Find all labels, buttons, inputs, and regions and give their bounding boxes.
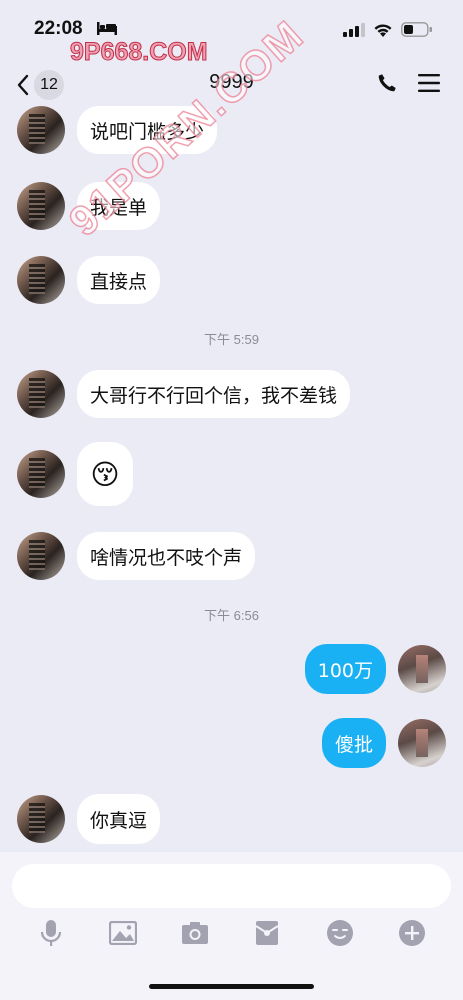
message-timestamp: 下午 5:59 (204, 332, 259, 347)
contact-avatar[interactable] (17, 256, 65, 304)
sleep-focus-icon (97, 22, 117, 35)
contact-avatar[interactable] (17, 370, 65, 418)
message-row: 大哥行不行回个信，我不差钱 (17, 370, 351, 418)
message-bubble[interactable]: 你真逗 (77, 794, 161, 844)
message-bubble[interactable]: 啥情况也不吱个声 (77, 532, 256, 580)
wifi-icon (374, 24, 392, 37)
message-bubble[interactable]: 大哥行不行回个信，我不差钱 (77, 370, 351, 418)
message-row-self: 100万 (304, 644, 446, 694)
red-packet-icon (255, 921, 279, 945)
message-row: 😚 (17, 442, 133, 506)
status-icons (343, 22, 433, 37)
contact-avatar[interactable] (17, 532, 65, 580)
camera-button[interactable] (180, 918, 210, 948)
message-row: 你真逗 (17, 794, 161, 844)
more-button[interactable] (397, 918, 427, 948)
self-avatar[interactable] (398, 719, 446, 767)
contact-avatar[interactable] (17, 450, 65, 498)
message-row: 啥情况也不吱个声 (17, 532, 256, 580)
camera-icon (182, 922, 208, 944)
self-avatar[interactable] (398, 645, 446, 693)
input-toolbar (0, 918, 463, 950)
message-input[interactable] (12, 864, 451, 908)
emoji-icon (327, 920, 353, 946)
cellular-signal-icon (343, 22, 365, 37)
input-area (0, 852, 463, 1000)
red-packet-button[interactable] (252, 918, 282, 948)
contact-avatar[interactable] (17, 795, 65, 843)
message-timestamp: 下午 6:56 (204, 608, 259, 623)
message-bubble[interactable]: 😚 (77, 442, 133, 506)
status-time: 22:08 (34, 18, 83, 39)
phone-call-icon[interactable] (376, 72, 398, 94)
microphone-icon (40, 920, 62, 946)
message-bubble[interactable]: 直接点 (77, 256, 161, 304)
message-bubble-self[interactable]: 傻批 (321, 718, 386, 768)
message-bubble-self[interactable]: 100万 (304, 644, 386, 694)
contact-avatar[interactable] (17, 182, 65, 230)
home-indicator[interactable] (149, 984, 314, 989)
battery-icon (401, 22, 432, 37)
kissing-face-emoji: 😚 (90, 457, 120, 491)
image-icon (109, 921, 137, 945)
menu-icon[interactable] (418, 73, 440, 93)
plus-icon (399, 920, 425, 946)
message-row: 直接点 (17, 256, 161, 304)
emoji-button[interactable] (325, 918, 355, 948)
contact-avatar[interactable] (17, 106, 65, 154)
image-button[interactable] (108, 918, 138, 948)
message-row-self: 傻批 (321, 718, 446, 768)
voice-button[interactable] (36, 918, 66, 948)
